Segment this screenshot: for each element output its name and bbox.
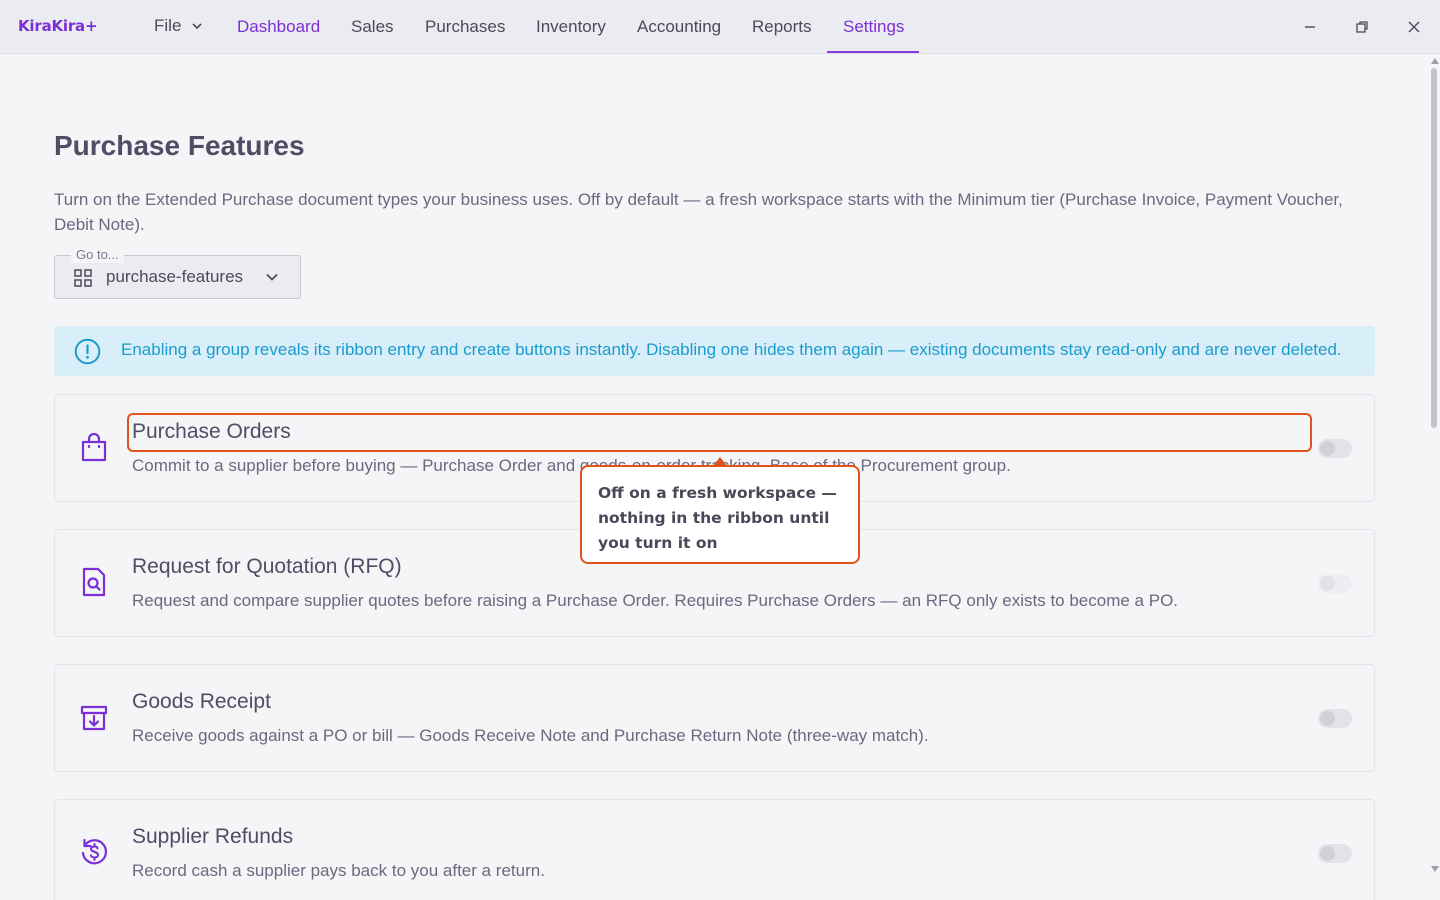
toggle-knob	[1320, 846, 1335, 861]
document-search-icon	[82, 567, 106, 597]
goto-value: purchase-features	[106, 267, 244, 286]
nav-purchases[interactable]: Purchases	[425, 0, 505, 54]
callout-tooltip: Off on a fresh workspace — nothing in th…	[580, 465, 860, 564]
scroll-thumb[interactable]	[1431, 68, 1437, 428]
rfq-toggle[interactable]	[1318, 574, 1352, 593]
feature-title: Goods Receipt	[132, 690, 271, 713]
nav-reports[interactable]: Reports	[752, 0, 812, 54]
grid-icon	[74, 269, 92, 287]
nav-accounting[interactable]: Accounting	[637, 0, 721, 54]
feature-card-goods-receipt: Goods Receipt Receive goods against a PO…	[54, 664, 1375, 772]
file-menu[interactable]: File	[154, 0, 202, 54]
feature-description: Commit to a supplier before buying — Pur…	[132, 456, 1011, 475]
chevron-down-icon	[266, 273, 278, 281]
close-icon	[1408, 21, 1420, 33]
shopping-bag-icon	[81, 432, 107, 462]
scroll-up-arrow-icon[interactable]	[1431, 58, 1439, 64]
archive-download-icon	[80, 705, 108, 731]
scroll-down-arrow-icon[interactable]	[1431, 866, 1439, 872]
active-tab-indicator	[827, 51, 919, 53]
page-title: Purchase Features	[54, 130, 305, 161]
vertical-scrollbar[interactable]	[1428, 54, 1440, 900]
restore-button[interactable]	[1352, 17, 1372, 37]
toggle-knob	[1320, 441, 1335, 456]
refund-dollar-icon	[81, 838, 107, 865]
highlight-box	[127, 413, 1312, 452]
goto-label: Go to...	[71, 247, 124, 263]
goods-receipt-toggle[interactable]	[1318, 709, 1352, 728]
feature-title: Request for Quotation (RFQ)	[132, 555, 402, 578]
file-menu-label: File	[154, 16, 182, 35]
info-banner-text: Enabling a group reveals its ribbon entr…	[121, 340, 1342, 359]
nav-inventory[interactable]: Inventory	[536, 0, 606, 54]
feature-description: Receive goods against a PO or bill — Goo…	[132, 726, 929, 745]
info-icon	[74, 338, 101, 365]
app-logo: KiraKira+	[18, 17, 98, 35]
info-banner: Enabling a group reveals its ribbon entr…	[54, 326, 1375, 376]
supplier-refunds-toggle[interactable]	[1318, 844, 1352, 863]
close-button[interactable]	[1404, 17, 1424, 37]
restore-icon	[1356, 21, 1368, 33]
feature-description: Record cash a supplier pays back to you …	[132, 861, 545, 880]
minimize-icon	[1305, 26, 1315, 28]
feature-description: Request and compare supplier quotes befo…	[132, 591, 1179, 610]
page-description: Turn on the Extended Purchase document t…	[54, 190, 1343, 234]
title-bar: KiraKira+ File Dashboard Sales Purchases…	[0, 0, 1440, 54]
toggle-knob	[1320, 711, 1335, 726]
feature-card-supplier-refunds: Supplier Refunds Record cash a supplier …	[54, 799, 1375, 900]
nav-settings[interactable]: Settings	[843, 0, 904, 54]
feature-title: Supplier Refunds	[132, 825, 294, 848]
purchase-orders-toggle[interactable]	[1318, 439, 1352, 458]
goto-select[interactable]: Go to... purchase-features	[54, 247, 301, 299]
toggle-knob	[1320, 576, 1335, 591]
nav-sales[interactable]: Sales	[351, 0, 394, 54]
chevron-down-icon	[192, 23, 202, 30]
minimize-button[interactable]	[1300, 17, 1320, 37]
nav-dashboard[interactable]: Dashboard	[237, 0, 320, 54]
